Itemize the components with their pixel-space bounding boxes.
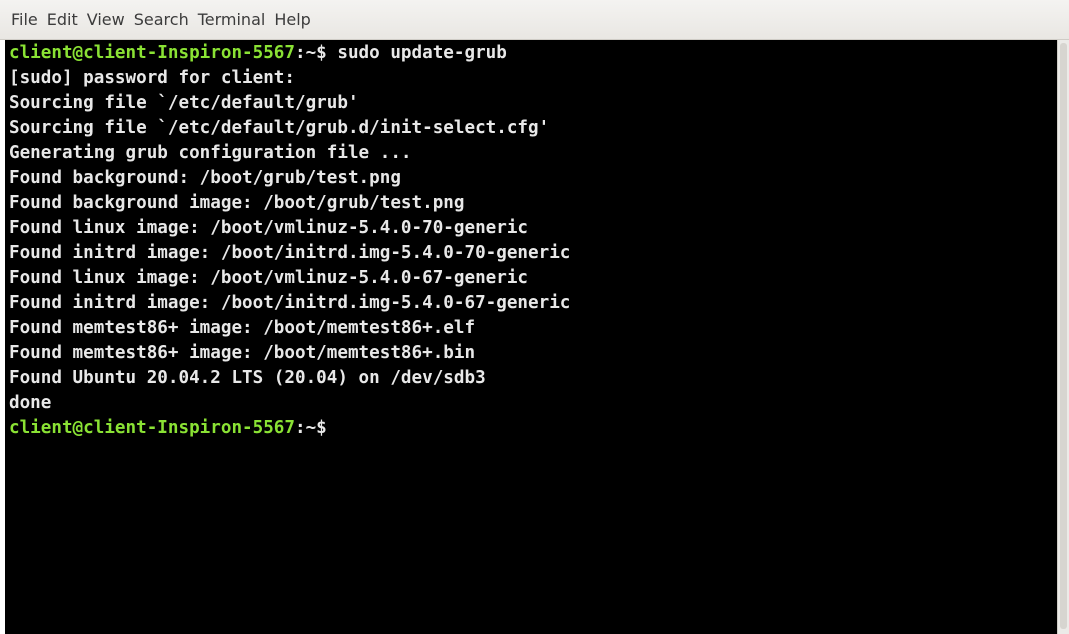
prompt-line[interactable]: client@client-Inspiron-5567:~$ (9, 416, 1057, 441)
prompt-user: client@client-Inspiron-5567 (9, 418, 295, 438)
menu-file[interactable]: File (11, 8, 38, 31)
terminal-output-area[interactable]: client@client-Inspiron-5567:~$ sudo upda… (5, 40, 1057, 634)
output-line: Found background: /boot/grub/test.png (9, 168, 401, 188)
output-line: Found linux image: /boot/vmlinuz-5.4.0-7… (9, 218, 529, 238)
output-line: Found initrd image: /boot/initrd.img-5.4… (9, 293, 571, 313)
output-line: Sourcing file `/etc/default/grub' (9, 93, 359, 113)
menu-bar: File Edit View Search Terminal Help (0, 0, 1069, 40)
menu-help[interactable]: Help (274, 8, 310, 31)
vertical-scrollbar[interactable] (1057, 40, 1069, 634)
output-line: Found memtest86+ image: /boot/memtest86+… (9, 318, 476, 338)
menu-edit[interactable]: Edit (47, 8, 78, 31)
menu-terminal[interactable]: Terminal (198, 8, 266, 31)
scrollbar-thumb[interactable] (1060, 43, 1067, 629)
prompt-path: :~$ (295, 418, 327, 438)
command-text: sudo update-grub (326, 43, 507, 63)
prompt-user: client@client-Inspiron-5567 (9, 43, 295, 63)
output-line: Found linux image: /boot/vmlinuz-5.4.0-6… (9, 268, 529, 288)
menu-search[interactable]: Search (134, 8, 189, 31)
output-line: Found Ubuntu 20.04.2 LTS (20.04) on /dev… (9, 368, 486, 388)
output-line: Sourcing file `/etc/default/grub.d/init-… (9, 118, 550, 138)
menu-view[interactable]: View (87, 8, 125, 31)
output-line: [sudo] password for client: (9, 68, 295, 88)
output-line: Found initrd image: /boot/initrd.img-5.4… (9, 243, 571, 263)
text-cursor (326, 417, 337, 436)
output-line: Generating grub configuration file ... (9, 143, 412, 163)
output-line: done (9, 393, 52, 413)
command-line: client@client-Inspiron-5567:~$ sudo upda… (9, 41, 1057, 66)
output-line: Found memtest86+ image: /boot/memtest86+… (9, 343, 476, 363)
output-line: Found background image: /boot/grub/test.… (9, 193, 465, 213)
prompt-path: :~$ (295, 43, 327, 63)
terminal-window: File Edit View Search Terminal Help clie… (0, 0, 1069, 634)
